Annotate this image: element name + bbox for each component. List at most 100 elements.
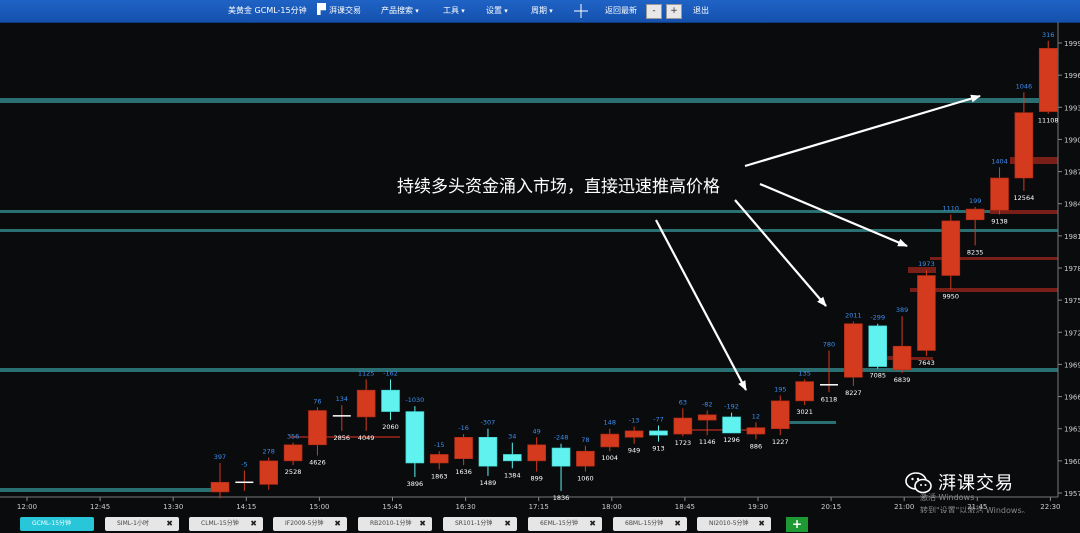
menu-period[interactable]: 周期 — [531, 0, 553, 22]
menu-tools[interactable]: 工具 — [443, 0, 465, 22]
candle-body — [235, 481, 254, 484]
candle-body — [210, 481, 230, 493]
logo-icon — [317, 3, 326, 15]
candle-body — [600, 433, 620, 448]
candle-bottom-label: 12564 — [1014, 194, 1035, 202]
candle-top-label: -16 — [458, 424, 469, 432]
x-tick-label: 15:45 — [382, 503, 402, 511]
candle: -77 913 — [649, 416, 668, 453]
candle-bottom-label: 2856 — [334, 434, 351, 442]
menu-products[interactable]: 产品搜索 — [381, 0, 419, 22]
candle-bottom-label: 11108 — [1038, 117, 1059, 125]
candle: 78 1060 — [576, 436, 595, 483]
candle-bottom-label: 1060 — [577, 475, 594, 483]
candle-bottom-label: 1836 — [553, 494, 570, 502]
candle: 2011 8227 — [844, 312, 863, 397]
close-icon[interactable]: ✖ — [758, 517, 765, 531]
candle-body — [332, 415, 351, 417]
y-tick-label: 1999 — [1064, 40, 1080, 48]
level-lines — [0, 98, 1058, 492]
candle: -82 1146 — [697, 401, 717, 446]
close-icon[interactable]: ✖ — [334, 517, 341, 531]
candle: 76 4626 — [308, 397, 327, 467]
support-line — [0, 488, 220, 492]
close-icon[interactable]: ✖ — [504, 517, 511, 531]
add-tab-button[interactable]: + — [786, 517, 808, 532]
candle-top-label: 63 — [679, 398, 687, 406]
candle: 397 — [210, 453, 230, 499]
candle: -5 — [235, 461, 254, 491]
y-tick-label: 1987 — [1064, 169, 1080, 177]
candle: 49 899 — [527, 427, 546, 483]
tab-sr101-1min[interactable]: SR101-1分钟 ✖ — [443, 517, 517, 531]
candle: 148 1004 — [600, 419, 620, 462]
candle-body — [965, 208, 985, 221]
candle-top-label: 1046 — [1016, 82, 1033, 90]
candle-body — [381, 389, 400, 412]
y-tick-label: 1957 — [1064, 490, 1080, 498]
candle-top-label: 1110 — [943, 204, 960, 212]
tab-gcml-15min[interactable]: GCML-15分钟 — [20, 517, 94, 531]
menu-settings[interactable]: 设置 — [486, 0, 508, 22]
tab-if2009-5min[interactable]: IF2009-5分钟 ✖ — [273, 517, 347, 531]
candle: 134 2856 — [332, 395, 351, 442]
candle-bottom-label: 886 — [750, 442, 762, 450]
arrow-line — [744, 94, 981, 168]
candle-bottom-label: 3021 — [796, 408, 813, 416]
crosshair-icon[interactable] — [574, 0, 588, 22]
tab-label: 6BML-15分钟 — [625, 520, 664, 527]
candle-top-label: 76 — [313, 397, 321, 405]
candle-top-label: 135 — [798, 369, 810, 377]
candle-body — [356, 389, 376, 418]
candle-body — [697, 414, 717, 421]
candle-bottom-label: 1227 — [772, 438, 789, 446]
tab-6eml-15min[interactable]: 6EML-15分钟 ✖ — [528, 517, 602, 531]
x-tick-label: 19:30 — [748, 503, 768, 511]
candle: 63 1723 — [673, 398, 693, 447]
tab-label: SIML-1小时 — [117, 520, 149, 527]
x-tick-label: 18:45 — [675, 503, 695, 511]
candle-body — [990, 177, 1009, 211]
candle-top-label: -299 — [870, 314, 885, 322]
candle-bottom-label: 7643 — [918, 359, 935, 367]
x-tick-label: 16:30 — [456, 503, 476, 511]
candle: 1404 9138 — [990, 157, 1009, 225]
close-icon[interactable]: ✖ — [419, 517, 426, 531]
back-to-latest-button[interactable]: 返回最新 — [605, 0, 637, 22]
zoom-in-button[interactable]: + — [666, 4, 682, 19]
tab-6bml-15min[interactable]: 6BML-15分钟 ✖ — [613, 517, 687, 531]
tab-rb2010-1min[interactable]: RB2010-1分钟 ✖ — [358, 517, 432, 531]
support-line — [0, 229, 1058, 232]
y-tick-label: 1978 — [1064, 265, 1080, 273]
candle: -16 1636 — [454, 424, 473, 476]
candlestick-chart[interactable]: 1999 1996 1993 1990 1987 1984 1981 1978 1975 1972… — [0, 22, 1080, 513]
candle-body — [770, 400, 790, 430]
candle: -248 1836 — [551, 434, 571, 502]
y-tick-label: 1972 — [1064, 329, 1080, 337]
candle-bottom-label: 9950 — [943, 292, 960, 300]
candle-top-label: -5 — [241, 461, 247, 469]
candle-top-label: 780 — [823, 341, 835, 349]
tab-siml-1hour[interactable]: SIML-1小时 ✖ — [105, 517, 179, 531]
candle-top-label: 389 — [896, 306, 908, 314]
candle-body — [308, 410, 327, 446]
tab-ni2010-5min[interactable]: NI2010-5分钟 ✖ — [697, 517, 771, 531]
candle-top-label: 2011 — [845, 312, 862, 320]
candle-bottom-label: 8235 — [967, 249, 984, 257]
tab-label: RB2010-1分钟 — [370, 520, 412, 527]
candle: 1110 9950 — [941, 204, 961, 300]
tab-clml-15min[interactable]: CLML-15分钟 ✖ — [189, 517, 263, 531]
close-icon[interactable]: ✖ — [250, 517, 257, 531]
exit-button[interactable]: 退出 — [693, 0, 709, 22]
candle-bottom-label: 1296 — [723, 436, 740, 444]
candle-top-label: -15 — [434, 441, 445, 449]
zoom-out-button[interactable]: - — [646, 4, 662, 19]
close-icon[interactable]: ✖ — [166, 517, 173, 531]
close-icon[interactable]: ✖ — [674, 517, 681, 531]
candle-bottom-label: 1723 — [675, 439, 692, 447]
candle: -307 1489 — [478, 419, 498, 487]
x-tick-label: 15:00 — [309, 503, 329, 511]
candle: 1125 4049 — [356, 369, 376, 442]
x-tick-label: 22:30 — [1040, 503, 1060, 511]
close-icon[interactable]: ✖ — [589, 517, 596, 531]
